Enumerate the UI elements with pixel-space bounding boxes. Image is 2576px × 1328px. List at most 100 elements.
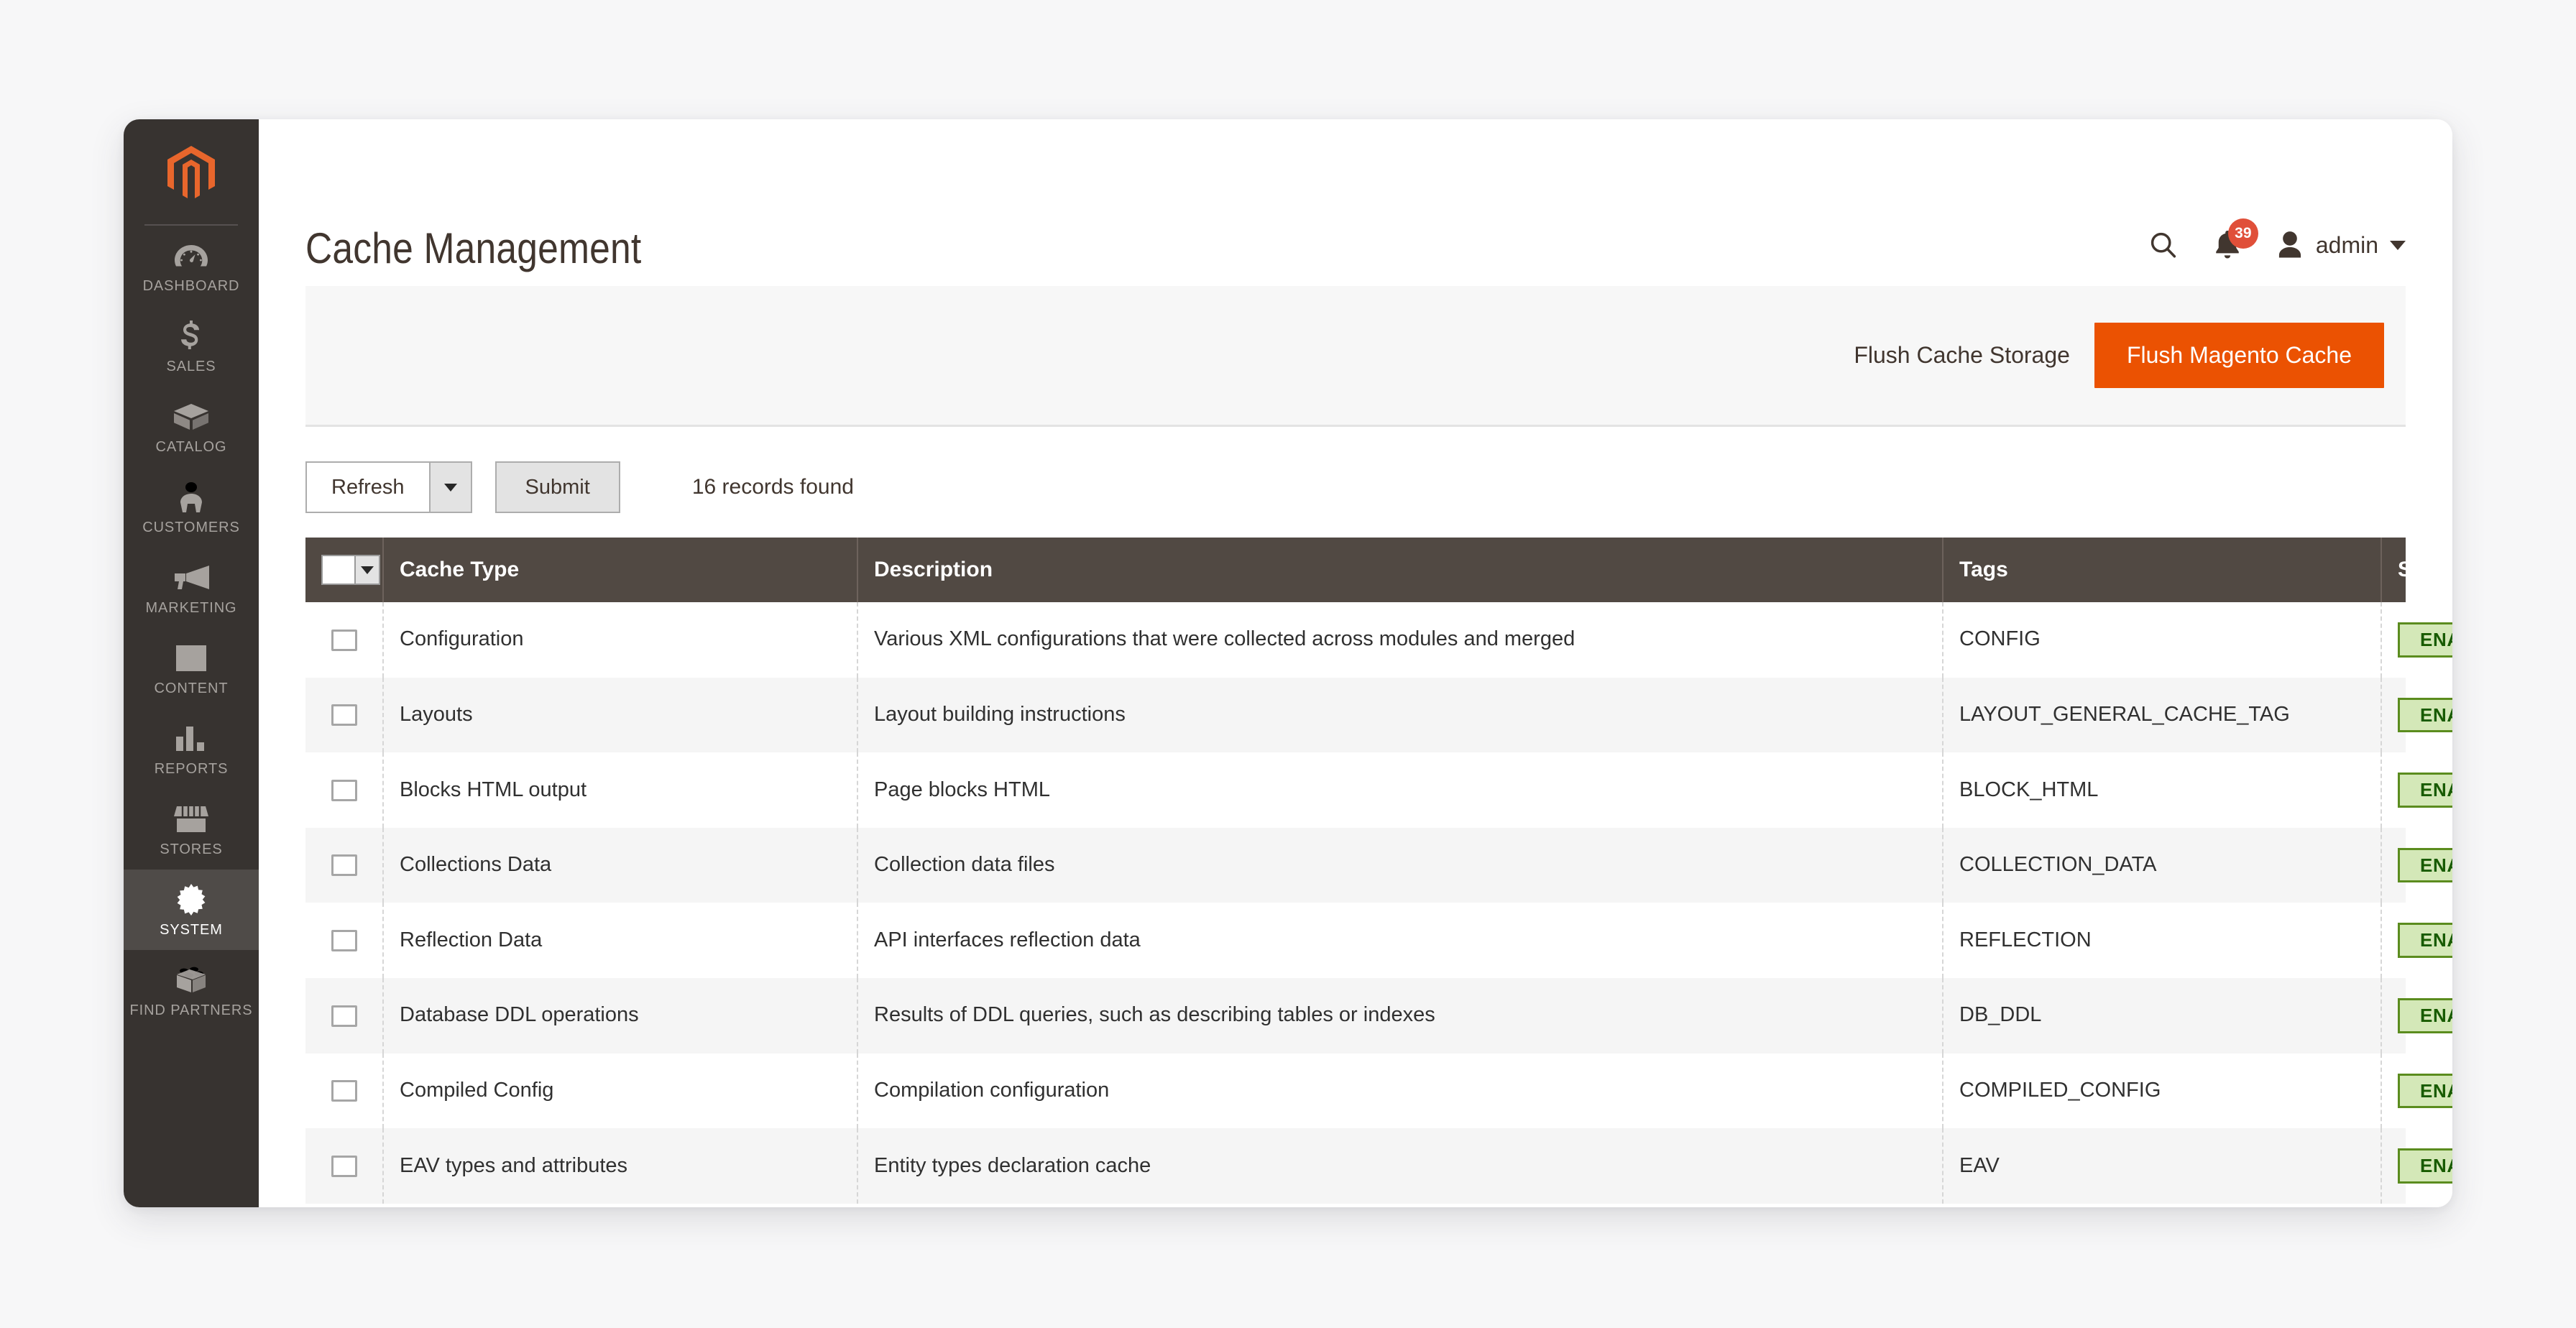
search-button[interactable] (2148, 229, 2179, 261)
select-all-checkbox[interactable] (321, 555, 354, 585)
sidebar-item-customers[interactable]: CUSTOMERS (124, 467, 259, 548)
sidebar-item-sales[interactable]: SALES (124, 306, 259, 387)
cell-tags: EAV (1943, 1128, 2382, 1204)
user-menu[interactable]: admin (2276, 229, 2406, 261)
cell-status: ENABLED (2381, 602, 2452, 678)
row-checkbox-cell[interactable] (305, 903, 384, 978)
submit-button[interactable]: Submit (494, 461, 620, 513)
sidebar-item-label: DASHBOARD (142, 278, 240, 294)
select-all-caret-button[interactable] (354, 555, 380, 585)
grid-toolbar: Refresh Submit 16 records found (305, 427, 2406, 538)
sidebar-item-reports[interactable]: REPORTS (124, 709, 259, 789)
records-found-label: 16 records found (691, 475, 854, 499)
table-row[interactable]: Reflection Data API interfaces reflection… (305, 903, 2452, 978)
sidebar-item-label: CONTENT (154, 681, 229, 696)
cell-status: ENABLED (2381, 903, 2452, 978)
sidebar-item-label: CATALOG (155, 439, 227, 455)
cell-status: ENABLED (2381, 1053, 2452, 1129)
sidebar-item-label: REPORTS (154, 761, 229, 777)
magento-logo[interactable] (124, 119, 259, 226)
column-header-description[interactable]: Description (857, 538, 1944, 602)
row-checkbox[interactable] (331, 1080, 357, 1102)
cell-description: Collection data files (857, 827, 1944, 903)
cell-status: ENABLED (2381, 1128, 2452, 1204)
bar-chart-icon (172, 724, 211, 754)
row-checkbox-cell[interactable] (305, 752, 384, 828)
row-checkbox-cell[interactable] (305, 602, 384, 678)
table-row[interactable]: Layouts Layout building instructions LAYOU… (305, 677, 2452, 753)
row-checkbox[interactable] (331, 629, 357, 651)
cell-cache-type: Blocks HTML output (383, 752, 858, 828)
row-checkbox[interactable] (331, 854, 357, 877)
cell-description: Various XML configurations that were col… (857, 602, 1944, 678)
row-checkbox-cell[interactable] (305, 1053, 384, 1129)
cell-description: Results of DDL queries, such as describi… (857, 977, 1944, 1053)
table-row[interactable]: Compiled Config Compilation configuration… (305, 1053, 2452, 1129)
mass-action-caret-button[interactable] (428, 461, 472, 513)
page-header: Cache Management 39 admin (305, 119, 2406, 286)
select-all-header[interactable] (305, 538, 384, 602)
status-badge: ENABLED (2398, 997, 2452, 1033)
sidebar-item-label: STORES (160, 841, 223, 857)
search-icon (2150, 232, 2176, 258)
cell-status: ENABLED (2381, 978, 2452, 1053)
table-row[interactable]: Collections Data Collection data files COL… (305, 827, 2452, 903)
sidebar-item-stores[interactable]: STORES (124, 789, 259, 870)
row-checkbox-cell[interactable] (305, 977, 384, 1053)
person-icon (172, 482, 211, 512)
chevron-down-icon (361, 566, 374, 574)
table-row[interactable]: Blocks HTML output Page blocks HTML BLOCK_… (305, 752, 2452, 828)
megaphone-icon (172, 563, 211, 593)
chevron-down-icon (2390, 240, 2406, 250)
cell-cache-type: Layouts (383, 677, 858, 753)
cell-status: ENABLED (2381, 678, 2452, 753)
sidebar-item-system[interactable]: SYSTEM (124, 870, 259, 950)
cell-status: ENABLED (2381, 828, 2452, 903)
sidebar-item-find-partners[interactable]: FIND PARTNERS (124, 950, 259, 1030)
sidebar-item-marketing[interactable]: MARKETING (124, 548, 259, 628)
cell-description: Compilation configuration (857, 1053, 1944, 1129)
flush-cache-storage-button[interactable]: Flush Cache Storage (1829, 323, 2094, 387)
admin-window: DASHBOARD SALES CATALOG CUSTOMERS MARKETING C… (124, 119, 2452, 1207)
cell-tags: LAYOUT_GENERAL_CACHE_TAG (1943, 677, 2382, 753)
select-all-dropdown-icon[interactable] (321, 555, 380, 585)
sidebar-item-catalog[interactable]: CATALOG (124, 387, 259, 467)
status-badge: ENABLED (2398, 697, 2452, 733)
page-title: Cache Management (305, 224, 642, 272)
notifications-button[interactable]: 39 (2212, 218, 2258, 262)
cell-tags: CONFIG (1943, 602, 2382, 678)
grid-header-row: Cache Type Description Tags Status (305, 538, 2452, 602)
cell-tags: COLLECTION_DATA (1943, 827, 2382, 903)
row-checkbox-cell[interactable] (305, 1128, 384, 1204)
dashboard-gauge-icon (172, 241, 211, 271)
sidebar-item-content[interactable]: CONTENT (124, 628, 259, 709)
cell-description: Layout building instructions (857, 677, 1944, 753)
flush-magento-cache-button[interactable]: Flush Magento Cache (2094, 323, 2384, 388)
column-header-status[interactable]: Status (2381, 538, 2452, 602)
cell-description: API interfaces reflection data (857, 903, 1944, 978)
mass-action-select[interactable]: Refresh (305, 461, 472, 513)
cell-cache-type: EAV types and attributes (383, 1128, 858, 1204)
row-checkbox[interactable] (331, 1155, 357, 1177)
row-checkbox-cell[interactable] (305, 827, 384, 903)
table-row[interactable]: Database DDL operations Results of DDL qu… (305, 977, 2452, 1053)
cell-cache-type: Reflection Data (383, 903, 858, 978)
row-checkbox[interactable] (331, 930, 357, 952)
row-checkbox[interactable] (331, 704, 357, 727)
cell-cache-type: Database DDL operations (383, 977, 858, 1053)
row-checkbox-cell[interactable] (305, 677, 384, 753)
notification-count-badge: 39 (2227, 218, 2258, 249)
status-badge: ENABLED (2398, 847, 2452, 883)
column-header-tags[interactable]: Tags (1943, 538, 2382, 602)
mass-action-label[interactable]: Refresh (305, 461, 429, 513)
user-name-label: admin (2315, 231, 2378, 258)
column-header-cache-type[interactable]: Cache Type (383, 538, 858, 602)
row-checkbox[interactable] (331, 1005, 357, 1027)
sidebar-item-dashboard[interactable]: DASHBOARD (124, 226, 259, 306)
gear-icon (172, 884, 211, 916)
primary-sidebar: DASHBOARD SALES CATALOG CUSTOMERS MARKETING C… (124, 119, 259, 1207)
table-row[interactable]: EAV types and attributes Entity types dec… (305, 1128, 2452, 1204)
table-row[interactable]: Configuration Various XML configurations … (305, 602, 2452, 678)
row-checkbox[interactable] (331, 779, 357, 801)
status-badge: ENABLED (2398, 923, 2452, 958)
